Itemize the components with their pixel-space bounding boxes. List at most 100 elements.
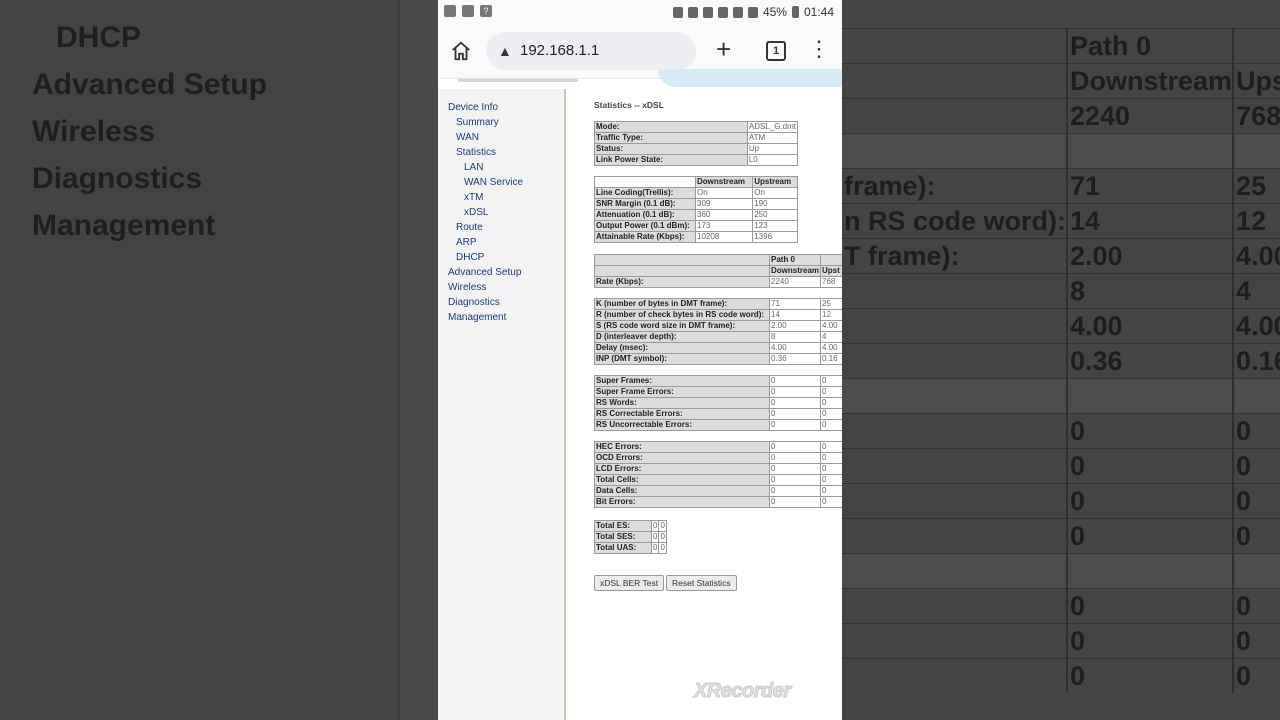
tab-switcher-button[interactable]: 1	[766, 41, 786, 61]
upstream-value: 0.16	[820, 353, 842, 365]
downstream-value: 2.00	[768, 320, 822, 332]
path-stat-row: S (RS code word size in DMT frame): 2.00 4…	[594, 320, 842, 332]
line-stats-table: Downstream Upstream Line Coding(Trellis): O…	[594, 176, 798, 243]
sidebar-item-xtm[interactable]: xTM	[464, 192, 483, 203]
mute-icon	[702, 6, 713, 18]
sidebar-item-diagnostics[interactable]: Diagnostics	[448, 297, 500, 308]
sidebar-item-advanced-setup[interactable]: Advanced Setup	[448, 267, 521, 278]
background-table-row: frame): 71 25	[842, 168, 1280, 204]
warning-icon[interactable]: ▲	[498, 43, 512, 59]
main-panel: Statistics -- xDSL Mode: ADSL_G.dmt Traffi…	[594, 89, 842, 720]
upstream-value: 1396	[752, 231, 798, 243]
path-label: Path 0	[768, 254, 822, 266]
battery-icon	[791, 6, 799, 18]
downstream-value: 0	[768, 496, 822, 508]
path-stat-row: Total Cells: 0 0	[594, 474, 842, 486]
sidebar-item-xdsl[interactable]: xDSL	[464, 207, 488, 218]
path-stat-row: Super Frames: 0 0	[594, 375, 842, 387]
downstream-value: 360	[694, 209, 754, 221]
video-recording-icon	[444, 5, 456, 17]
background-table-cell	[842, 553, 1067, 589]
stat-label: D (interleaver depth):	[594, 331, 770, 343]
sidebar-item-wan[interactable]: WAN	[456, 132, 479, 143]
path-stat-row: Bit Errors: 0 0	[594, 496, 842, 508]
sidebar-item-dhcp[interactable]: DHCP	[456, 252, 484, 263]
sidebar-item-wireless[interactable]: Wireless	[448, 282, 486, 293]
background-table-cell: 0	[1065, 483, 1234, 519]
background-table-cell: n RS code word):	[842, 203, 1067, 239]
sidebar-item-arp[interactable]: ARP	[456, 237, 477, 248]
page-title: Statistics -- xDSL	[594, 100, 664, 110]
clock: 01:44	[803, 5, 834, 19]
background-table-cell	[1232, 133, 1280, 169]
totals-value: 0	[658, 520, 667, 532]
background-table-cell	[842, 623, 1067, 659]
mode-row: Mode: ADSL_G.dmt	[594, 121, 799, 133]
sidebar-item-management[interactable]: Management	[448, 312, 506, 323]
background-table-cell	[842, 448, 1067, 484]
sidebar-item-route[interactable]: Route	[456, 222, 483, 233]
totals-value: 0	[658, 531, 667, 543]
xdsl-ber-test-button[interactable]: xDSL BER Test	[594, 575, 665, 591]
new-tab-icon[interactable]: +	[716, 36, 731, 62]
upstream-value: 0	[820, 375, 842, 387]
downstream-value: 173	[694, 220, 754, 232]
spacer-cell	[594, 364, 842, 376]
background-table-cell	[1065, 553, 1234, 589]
url-text[interactable]: 192.168.1.1	[520, 42, 599, 59]
stat-label: Bit Errors:	[594, 496, 770, 508]
more-menu-icon[interactable]: ⋮	[808, 38, 830, 60]
downstream-value: 0	[768, 397, 822, 409]
downstream-value: 0	[768, 375, 822, 387]
totals-value: 0	[650, 520, 660, 532]
battery-percent: 45%	[762, 5, 787, 19]
line-header-row: Downstream Upstream	[594, 176, 798, 188]
sidebar-item-wan-service[interactable]: WAN Service	[464, 177, 523, 188]
background-table-cell	[842, 98, 1067, 134]
sidebar-nav: Device Info Summary WAN Statistics LAN WAN Se…	[438, 89, 566, 720]
upstream-value: 0	[820, 485, 842, 497]
upstream-value: 0	[820, 386, 842, 398]
background-menu-item: Management	[32, 209, 216, 242]
background-table-cell	[842, 413, 1067, 449]
alarm-icon	[717, 6, 728, 18]
upstream-value: 0	[820, 441, 842, 453]
totals-row: Total SES: 0 0	[594, 531, 667, 543]
totals-value: 0	[650, 531, 660, 543]
background-table-row: 00	[842, 588, 1280, 624]
totals-label: Total ES:	[594, 520, 652, 532]
background-edge	[398, 0, 438, 720]
upstream-value: 0	[820, 452, 842, 464]
reset-statistics-button[interactable]: Reset Statistics	[666, 575, 737, 591]
background-menu-text: DHCP Advanced Setup Wireless Diagnostics Man…	[32, 14, 267, 249]
upstream-value: 12	[820, 309, 842, 321]
downstream-value: 0	[768, 463, 822, 475]
totals-table: Total ES: 0 0 Total SES: 0 0 Total UAS: 0 0	[594, 520, 667, 554]
background-table-cell: 4.00	[1232, 238, 1280, 274]
sidebar-item-statistics[interactable]: Statistics	[456, 147, 496, 158]
home-icon[interactable]	[450, 40, 472, 62]
path-stat-row: RS Correctable Errors: 0 0	[594, 408, 842, 420]
background-menu-item: Advanced Setup	[32, 68, 268, 101]
background-table-cell: 0	[1065, 413, 1234, 449]
status-bar: ? 45% 01:44	[438, 0, 842, 24]
upstream-value: 0	[820, 463, 842, 475]
sidebar-item-summary[interactable]: Summary	[456, 117, 499, 128]
background-table-row: 00	[842, 623, 1280, 659]
recorder-watermark: XRecorder	[694, 680, 792, 703]
background-table-cell	[1232, 28, 1280, 64]
router-banner	[438, 69, 842, 89]
background-table-row: 00	[842, 518, 1280, 554]
downstream-value: 0	[768, 485, 822, 497]
sidebar-item-lan[interactable]: LAN	[464, 162, 483, 173]
background-table-row: 2240 768	[842, 98, 1280, 134]
upstream-value: 190	[752, 198, 798, 210]
background-table-cell: frame):	[842, 168, 1067, 204]
address-bar[interactable]: ▲ 192.168.1.1	[486, 32, 696, 70]
background-table-cell: 4.00	[1232, 308, 1280, 344]
sidebar-item-device-info[interactable]: Device Info	[448, 102, 498, 113]
stat-label: RS Uncorrectable Errors:	[594, 419, 770, 431]
downstream-value: 4.00	[768, 342, 822, 354]
path-stat-row: Super Frame Errors: 0 0	[594, 386, 842, 398]
stat-label: RS Correctable Errors:	[594, 408, 770, 420]
